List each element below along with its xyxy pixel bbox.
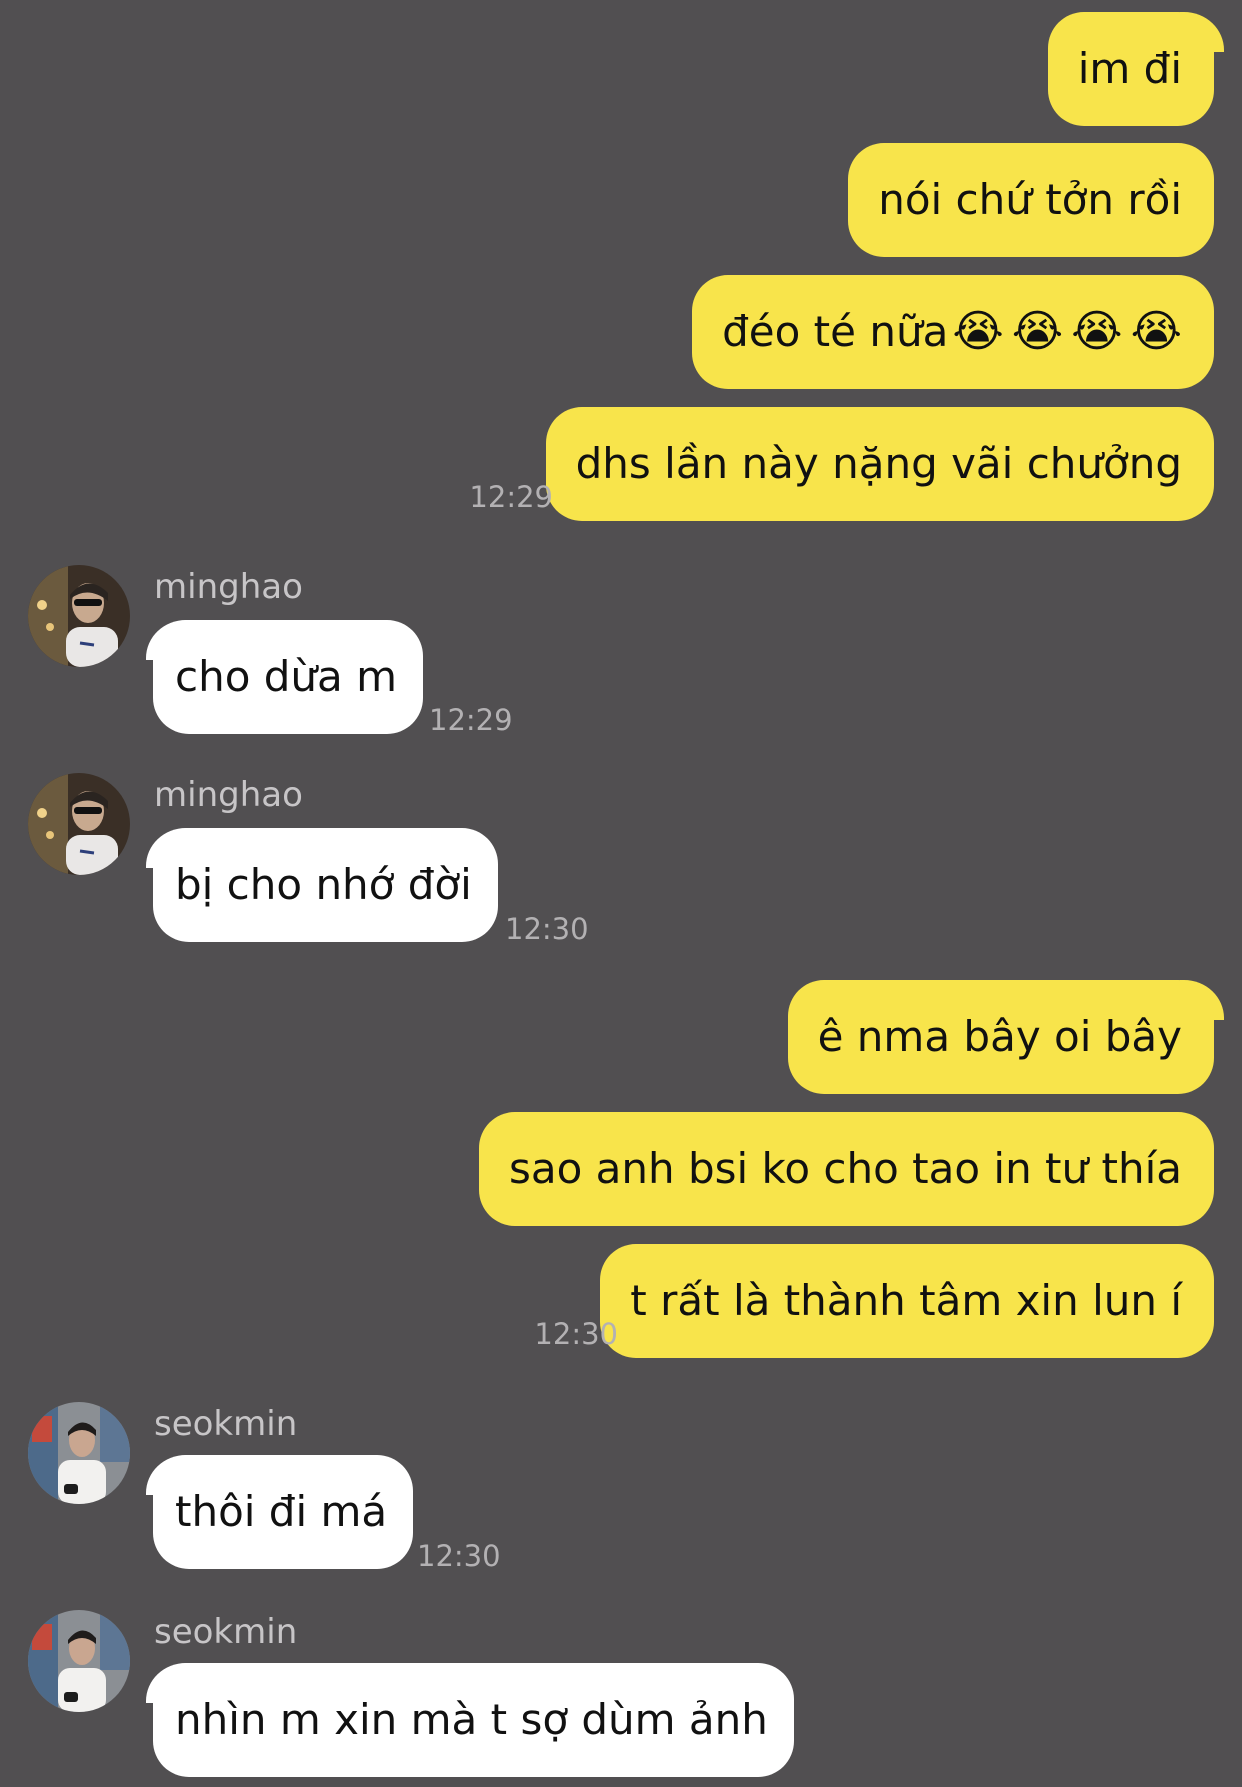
message-text: im đi (1077, 44, 1182, 93)
message-bubble-incoming[interactable]: cho dừa m (153, 620, 424, 734)
avatar-minghao[interactable] (28, 773, 130, 875)
message-bubble-outgoing[interactable]: đéo té nữa😭 😭 😭 😭 (692, 275, 1214, 389)
loudly-crying-face-icon: 😭 (1011, 306, 1064, 357)
message-text: cho dừa m (175, 652, 398, 701)
message-bubble-outgoing[interactable]: nói chứ tởn rồi (848, 143, 1214, 257)
message-bubble-outgoing[interactable]: im đi (1047, 12, 1214, 126)
message-timestamp: 12:30 (505, 912, 589, 946)
avatar-seokmin[interactable] (28, 1402, 130, 1504)
message-timestamp: 12:30 (534, 1317, 618, 1351)
sender-name: seokmin (154, 1404, 298, 1444)
sender-name: seokmin (154, 1612, 298, 1652)
message-timestamp: 12:30 (417, 1539, 501, 1573)
message-timestamp: 12:29 (469, 480, 553, 514)
message-bubble-outgoing[interactable]: dhs lần này nặng vãi chưởng (545, 407, 1214, 521)
message-text: dhs lần này nặng vãi chưởng (575, 439, 1182, 488)
message-text: nhìn m xin mà t sợ dùm ảnh (175, 1695, 768, 1744)
loudly-crying-face-icon: 😭 (1071, 306, 1123, 357)
loudly-crying-face-icon: 😭 (1130, 306, 1182, 357)
message-bubble-incoming[interactable]: bị cho nhớ đời (153, 828, 498, 942)
avatar-minghao[interactable] (28, 565, 130, 667)
message-text: thôi đi má (175, 1487, 388, 1536)
message-text: t rất là thành tâm xin lun í (630, 1276, 1182, 1325)
message-bubble-incoming[interactable]: thôi đi má (153, 1455, 414, 1569)
message-bubble-outgoing[interactable]: t rất là thành tâm xin lun í (600, 1244, 1214, 1358)
chat-view: im đi nói chứ tởn rồi đéo té nữa😭 😭 😭 😭 dhs… (0, 0, 1242, 1787)
sender-name: minghao (154, 775, 303, 815)
message-bubble-outgoing[interactable]: sao anh bsi ko cho tao in tư thía (478, 1112, 1214, 1226)
loudly-crying-face-icon: 😭 (952, 306, 1004, 357)
message-text: sao anh bsi ko cho tao in tư thía (508, 1144, 1182, 1193)
sender-name: minghao (154, 567, 303, 607)
message-bubble-incoming[interactable]: nhìn m xin mà t sợ dùm ảnh (153, 1663, 794, 1777)
message-timestamp: 12:29 (429, 703, 513, 737)
avatar-seokmin[interactable] (28, 1610, 130, 1712)
message-bubble-outgoing[interactable]: ê nma bây oi bây (787, 980, 1214, 1094)
message-text: đéo té nữa (722, 307, 949, 356)
message-text: ê nma bây oi bây (817, 1012, 1182, 1061)
message-text: bị cho nhớ đời (175, 860, 472, 909)
message-text: nói chứ tởn rồi (878, 175, 1182, 224)
